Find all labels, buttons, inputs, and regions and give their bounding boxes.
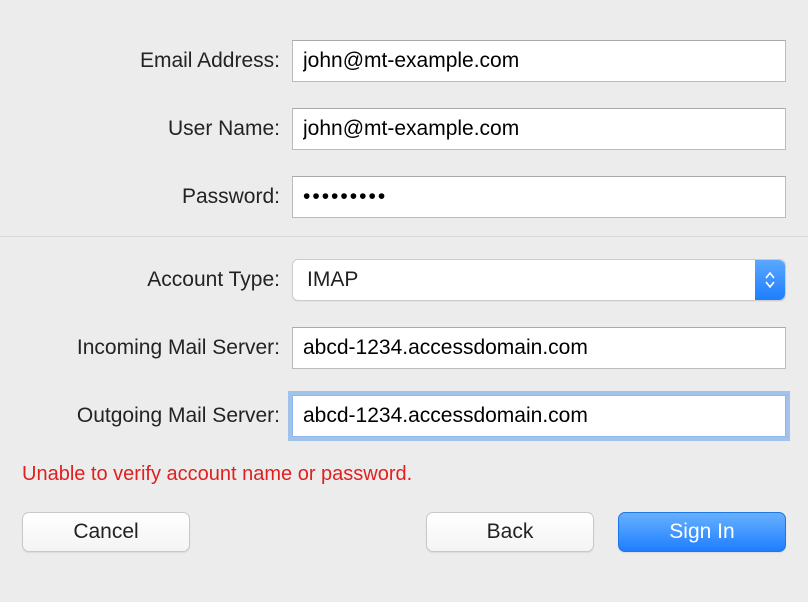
updown-arrows-icon <box>755 260 785 300</box>
account-type-value: IMAP <box>307 268 358 292</box>
account-type-label: Account Type: <box>22 268 292 292</box>
username-label: User Name: <box>22 117 292 141</box>
incoming-server-label: Incoming Mail Server: <box>22 336 292 360</box>
account-type-row: Account Type: IMAP <box>22 259 786 301</box>
button-row: Cancel Back Sign In <box>22 512 786 552</box>
incoming-server-input[interactable] <box>292 327 786 369</box>
cancel-button[interactable]: Cancel <box>22 512 190 552</box>
email-input[interactable] <box>292 40 786 82</box>
username-row: User Name: <box>22 108 786 150</box>
signin-button[interactable]: Sign In <box>618 512 786 552</box>
password-label: Password: <box>22 185 292 209</box>
password-row: Password: <box>22 176 786 218</box>
username-input[interactable] <box>292 108 786 150</box>
email-row: Email Address: <box>22 40 786 82</box>
button-spacer <box>214 512 402 552</box>
error-message: Unable to verify account name or passwor… <box>22 463 786 486</box>
password-input[interactable] <box>292 176 786 218</box>
server-section: Account Type: IMAP Incoming Mail Server:… <box>0 236 808 574</box>
email-label: Email Address: <box>22 49 292 73</box>
outgoing-server-input[interactable] <box>292 395 786 437</box>
account-type-select[interactable]: IMAP <box>292 259 786 301</box>
credentials-section: Email Address: User Name: Password: <box>0 0 808 236</box>
back-button[interactable]: Back <box>426 512 594 552</box>
outgoing-server-label: Outgoing Mail Server: <box>22 404 292 428</box>
incoming-server-row: Incoming Mail Server: <box>22 327 786 369</box>
outgoing-server-row: Outgoing Mail Server: <box>22 395 786 437</box>
